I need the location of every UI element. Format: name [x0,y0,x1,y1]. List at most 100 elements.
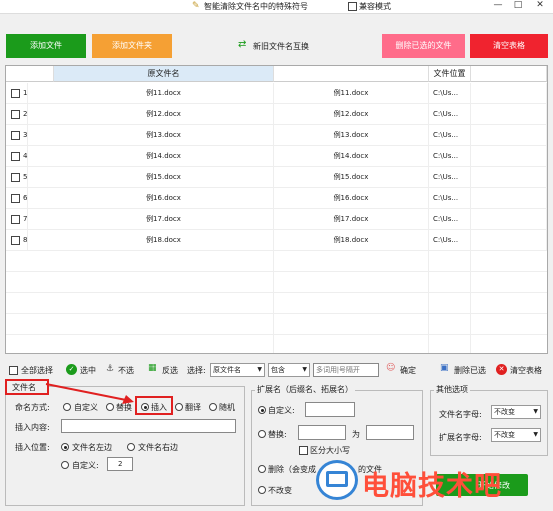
field-select-value: 原文件名 [213,366,241,374]
confirm-button[interactable]: 确定 [400,365,416,376]
ext-unchanged-label[interactable]: 不改变 [268,485,292,496]
position-custom-label[interactable]: 自定义: [72,460,99,471]
table-row[interactable]: 2 例12.docx 例12.docx C:\Us... [6,104,547,125]
other-options-panel [430,390,548,456]
mode-random-label[interactable]: 随机 [219,402,235,413]
select-all-label[interactable]: 全部选择 [21,365,53,376]
table-row[interactable]: 6 例16.docx 例16.docx C:\Us... [6,188,547,209]
ext-replace-radio[interactable] [258,430,266,438]
row-checkbox[interactable] [11,236,20,245]
ext-replace-label[interactable]: 替换: [268,429,287,440]
case-sensitive-checkbox[interactable] [299,446,308,455]
custom-position-input[interactable]: 2 [107,457,133,471]
insert-content-label: 插入内容: [15,423,50,432]
compat-mode-checkbox[interactable] [348,2,357,11]
select-button[interactable]: 选中 [80,365,96,376]
empty-cell [429,293,471,314]
app-title: 智能清除文件名中的特殊符号 [204,2,308,11]
ext-letter-select[interactable]: 不改变 ▼ [491,428,541,442]
chevron-down-icon: ▼ [257,366,262,373]
location-cell: C:\Us... [429,83,471,104]
ext-custom-radio[interactable] [258,406,266,414]
empty-cell [54,335,274,353]
row-checkbox[interactable] [11,110,20,119]
row-checkbox[interactable] [11,215,20,224]
row-number: 2 [23,104,29,125]
ext-delete-radio[interactable] [258,465,266,473]
header-original-name[interactable]: 原文件名 [54,66,274,82]
mode-insert-radio[interactable] [141,403,149,411]
row-checkbox[interactable] [11,89,20,98]
row-checkbox[interactable] [11,194,20,203]
location-cell: C:\Us... [429,146,471,167]
row-checkbox[interactable] [11,152,20,161]
position-left-label[interactable]: 文件名左边 [72,442,112,453]
empty-row [6,335,547,353]
filename-letter-select[interactable]: 不改变 ▼ [491,405,541,419]
table-row[interactable]: 5 例15.docx 例15.docx C:\Us... [6,167,547,188]
table-row[interactable]: 4 例14.docx 例14.docx C:\Us... [6,146,547,167]
ext-replace-to-input[interactable] [366,425,414,440]
clear-table-button[interactable]: 清空表格 [470,34,548,58]
ext-delete-label[interactable]: 删除（会变成 [268,464,316,475]
header-new-name[interactable] [274,66,429,82]
ext-unchanged-radio[interactable] [258,486,266,494]
ext-replace-from-input[interactable] [298,425,346,440]
extra-cell [471,188,547,209]
extra-cell [471,167,547,188]
clear-table-link[interactable]: 清空表格 [510,365,542,376]
position-left-radio[interactable] [61,443,69,451]
invert-icon: ▦ [148,363,157,373]
row-number: 1 [23,83,29,104]
location-cell: C:\Us... [429,209,471,230]
case-sensitive-label[interactable]: 区分大小写 [310,445,350,456]
mode-translate-radio[interactable] [175,403,183,411]
add-folder-button[interactable]: 添加文件夹 [92,34,172,58]
new-name-cell: 例15.docx [274,167,429,188]
mode-replace-radio[interactable] [106,403,114,411]
header-location[interactable]: 文件位置 [429,66,471,82]
monitor-icon [326,471,348,487]
match-select[interactable]: 包含 ▼ [268,363,310,377]
empty-cell [274,251,429,272]
mode-translate-label[interactable]: 翻译 [185,402,201,413]
table-row[interactable]: 8 例18.docx 例18.docx C:\Us... [6,230,547,251]
location-cell: C:\Us... [429,125,471,146]
original-name-cell: 例18.docx [54,230,274,251]
field-select[interactable]: 原文件名 ▼ [210,363,265,377]
position-right-label[interactable]: 文件名右边 [138,442,178,453]
mode-insert-label[interactable]: 插入 [151,402,167,413]
keywords-input[interactable] [313,363,379,377]
mode-random-radio[interactable] [209,403,217,411]
new-name-cell: 例11.docx [274,83,429,104]
table-row[interactable]: 7 例17.docx 例17.docx C:\Us... [6,209,547,230]
add-file-button[interactable]: 添加文件 [6,34,86,58]
mode-custom-label[interactable]: 自定义 [74,402,98,413]
minimize-button[interactable]: — [489,0,507,13]
row-checkbox[interactable] [11,173,20,182]
chevron-down-icon: ▼ [533,408,538,415]
select-all-checkbox[interactable] [9,366,18,375]
ext-letter-value: 不改变 [494,431,515,439]
swap-names-button[interactable]: 新旧文件名互换 [253,41,309,52]
ext-custom-label[interactable]: 自定义: [268,405,295,416]
insert-content-input[interactable] [61,419,236,433]
position-right-radio[interactable] [127,443,135,451]
ext-custom-input[interactable] [305,402,355,417]
empty-row [6,251,547,272]
invert-button[interactable]: 反选 [162,365,178,376]
row-checkbox[interactable] [11,131,20,140]
maximize-button[interactable]: □ [509,0,527,13]
table-row[interactable]: 3 例13.docx 例13.docx C:\Us... [6,125,547,146]
position-custom-radio[interactable] [61,461,69,469]
mode-custom-radio[interactable] [63,403,71,411]
delete-selected-files-button[interactable]: 删除已选的文件 [382,34,465,58]
close-button[interactable]: ✕ [531,0,549,13]
deselect-button[interactable]: 不选 [118,365,134,376]
filename-letter-value: 不改变 [494,408,515,416]
table-row[interactable]: 1 例11.docx 例11.docx C:\Us... [6,83,547,104]
empty-cell [274,314,429,335]
delete-selected-button[interactable]: 删除已选 [454,365,486,376]
mode-replace-label[interactable]: 替换 [116,402,132,413]
extra-cell [471,104,547,125]
